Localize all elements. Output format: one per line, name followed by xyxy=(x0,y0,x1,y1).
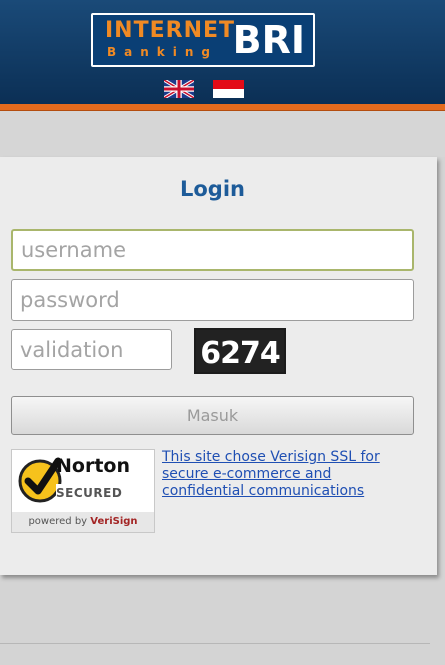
captcha-image: 6274 xyxy=(194,328,286,374)
norton-brand-text: Norton xyxy=(56,455,130,477)
norton-secured-badge[interactable]: Norton SECURED powered by VeriSign xyxy=(11,449,155,533)
logo-word-internet: INTERNET xyxy=(105,18,236,43)
norton-secured-text: SECURED xyxy=(56,484,146,503)
logo-word-banking: Banking xyxy=(107,45,219,59)
footer-divider xyxy=(0,643,430,644)
username-input[interactable] xyxy=(11,229,414,271)
powered-by-verisign: powered by VeriSign xyxy=(12,512,154,532)
indonesia-flag-icon[interactable] xyxy=(213,80,244,98)
verisign-ssl-link[interactable]: This site chose Verisign SSL for secure … xyxy=(162,449,407,500)
login-title: Login xyxy=(180,177,245,201)
header-accent-stripe xyxy=(0,104,445,111)
validation-input[interactable] xyxy=(11,329,172,370)
uk-flag-icon[interactable] xyxy=(164,80,194,98)
verisign-text: VeriSign xyxy=(90,516,138,527)
logo-word-bri: BRI xyxy=(232,18,305,62)
masuk-button[interactable]: Masuk xyxy=(11,396,414,435)
powered-by-text: powered by xyxy=(28,516,88,527)
header-bar: INTERNET Banking BRI xyxy=(0,0,445,104)
internet-banking-bri-logo: INTERNET Banking BRI xyxy=(91,13,315,67)
captcha-code: 6274 xyxy=(200,336,280,371)
password-input[interactable] xyxy=(11,279,414,321)
top-band xyxy=(0,111,445,157)
